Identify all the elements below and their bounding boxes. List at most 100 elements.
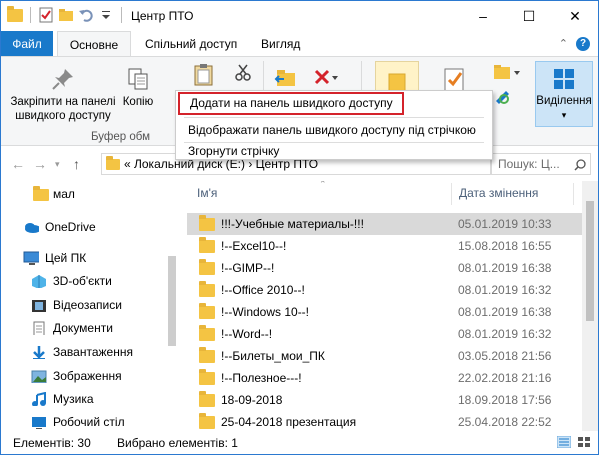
copy-label: Копію	[122, 96, 154, 108]
quick-access-toolbar	[7, 5, 125, 23]
search-placeholder: Пошук: Ц...	[498, 157, 560, 171]
table-row[interactable]: !--Word--! 08.01.2019 16:32	[187, 323, 582, 345]
onedrive-icon	[25, 223, 39, 233]
nav-item-3d-objects[interactable]: 3D-об'єкти	[1, 270, 163, 292]
tab-share[interactable]: Спільний доступ	[135, 31, 247, 57]
undo-icon[interactable]	[78, 7, 94, 23]
select-label: Виділення	[536, 95, 592, 107]
nav-item-downloads[interactable]: Завантаження	[1, 341, 163, 363]
folder-icon	[199, 413, 215, 429]
move-to-icon	[274, 70, 295, 86]
explorer-window: Центр ПТО – ☐ ✕ Файл Основне Спільний до…	[0, 0, 599, 455]
open-icon	[494, 65, 520, 79]
folder-icon	[199, 215, 215, 231]
nav-item-pictures[interactable]: Зображення	[1, 365, 163, 387]
table-row[interactable]: !!!-Учебные материалы-!!! 05.01.2019 10:…	[187, 213, 582, 235]
delete-icon	[314, 69, 338, 85]
tab-file[interactable]: Файл	[1, 31, 53, 57]
details-view-icon[interactable]	[557, 436, 571, 448]
table-row[interactable]: 18-09-2018 18.09.2018 17:56	[187, 389, 582, 411]
folder-icon	[199, 281, 215, 297]
pin-quick-access-button[interactable]: Закріпити на панелі швидкого доступу	[5, 67, 121, 123]
up-button[interactable]: ↑	[73, 156, 80, 172]
nav-scrollbar-thumb[interactable]	[168, 256, 176, 346]
nav-item-videos[interactable]: Відеозаписи	[1, 294, 163, 316]
context-menu: Додати на панель швидкого доступу Відобр…	[175, 90, 493, 160]
table-row[interactable]: !--GIMP--! 08.01.2019 16:38	[187, 257, 582, 279]
menu-item-add-quick-access[interactable]: Додати на панель швидкого доступу	[178, 92, 404, 115]
help-icon[interactable]: ?	[576, 37, 590, 51]
recent-dropdown-icon[interactable]: ▾	[55, 159, 60, 170]
desktop-icon	[32, 417, 46, 429]
table-row[interactable]: !--Excel10--! 15.08.2018 16:55	[187, 235, 582, 257]
search-icon	[574, 159, 586, 171]
file-list-scrollbar[interactable]	[582, 181, 598, 431]
column-header-date[interactable]: Дата змінення	[459, 181, 538, 205]
folder-icon	[199, 303, 215, 319]
menu-item-minimize-ribbon[interactable]: Згорнути стрічку	[176, 140, 492, 162]
folder-icon	[199, 391, 215, 407]
close-button[interactable]: ✕	[552, 1, 598, 31]
nav-scrollbar[interactable]	[163, 181, 177, 431]
pictures-icon	[31, 370, 47, 383]
menu-item-show-below-ribbon[interactable]: Відображати панель швидкого доступу під …	[176, 119, 492, 141]
folder-icon	[7, 5, 23, 22]
forward-button[interactable]: →	[33, 156, 47, 172]
collapse-ribbon-icon[interactable]: ⌃	[559, 37, 568, 51]
nav-item-this-pc[interactable]: Цей ПК	[1, 247, 163, 269]
search-box[interactable]: Пошук: Ц...	[491, 153, 591, 175]
column-header-name[interactable]: Ім'я	[197, 181, 217, 205]
status-bar: Елементів: 30 Вибрано елементів: 1	[1, 431, 598, 454]
open-button[interactable]	[491, 63, 521, 109]
nav-item-music[interactable]: Музика	[1, 388, 163, 410]
large-icons-view-icon[interactable]	[577, 436, 591, 448]
file-list: Ім'я ⌃ Дата змінення !!!-Учебные материа…	[177, 181, 598, 431]
folder-icon	[199, 369, 215, 385]
videos-icon	[32, 300, 46, 312]
cut-button[interactable]	[233, 63, 253, 85]
downloads-icon	[33, 346, 45, 359]
copy-button[interactable]: Копію	[121, 67, 155, 109]
nav-item-desktop[interactable]: Робочий стіл	[1, 411, 163, 431]
copy-icon	[126, 67, 150, 91]
paste-button[interactable]	[191, 63, 217, 91]
properties-icon[interactable]	[38, 7, 54, 23]
table-row[interactable]: !--Билеты_мои_ПК 03.05.2018 21:56	[187, 345, 582, 367]
folder-icon	[199, 237, 215, 253]
selected-count: Вибрано елементів: 1	[117, 436, 238, 450]
table-row[interactable]: !--Полезное---! 22.02.2018 21:16	[187, 367, 582, 389]
3d-objects-icon	[32, 275, 46, 288]
paste-icon	[192, 63, 216, 87]
pin-label: Закріпити на панелі швидкого доступу	[10, 96, 116, 122]
table-row[interactable]: !--Office 2010--! 08.01.2019 16:32	[187, 279, 582, 301]
nav-item-mal[interactable]: мал	[1, 183, 163, 205]
window-title: Центр ПТО	[131, 9, 194, 23]
select-button[interactable]: Виділення ▾	[535, 61, 593, 127]
folder-icon	[199, 259, 215, 275]
table-row[interactable]: !--Windows 10--! 08.01.2019 16:38	[187, 301, 582, 323]
pin-icon	[51, 67, 75, 91]
select-dropdown-icon: ▾	[561, 110, 567, 120]
title-bar: Центр ПТО – ☐ ✕	[1, 1, 598, 31]
nav-item-documents[interactable]: Документи	[1, 317, 163, 339]
qat-dropdown-icon[interactable]	[98, 7, 114, 23]
back-button[interactable]: ←	[11, 156, 25, 172]
scissors-icon	[235, 64, 251, 81]
properties-big-icon	[444, 68, 464, 92]
ribbon-tabs: Файл Основне Спільний доступ Вигляд ⌃ ?	[1, 31, 598, 57]
tab-home[interactable]: Основне	[57, 31, 131, 57]
table-row[interactable]: 25-04-2018 презентация 25.04.2018 22:52	[187, 411, 582, 431]
folder-icon	[106, 156, 120, 170]
minimize-button[interactable]: –	[460, 1, 506, 31]
folder-icon	[199, 347, 215, 363]
select-icon	[554, 69, 574, 89]
folder-icon	[199, 325, 215, 341]
edit-icon	[496, 91, 509, 104]
item-count: Елементів: 30	[13, 436, 91, 450]
new-folder-icon[interactable]	[58, 7, 74, 23]
file-list-scrollbar-thumb[interactable]	[586, 201, 594, 321]
tab-view[interactable]: Вигляд	[251, 31, 310, 57]
nav-item-onedrive[interactable]: OneDrive	[1, 216, 163, 238]
music-icon	[32, 392, 46, 406]
maximize-button[interactable]: ☐	[506, 1, 552, 31]
